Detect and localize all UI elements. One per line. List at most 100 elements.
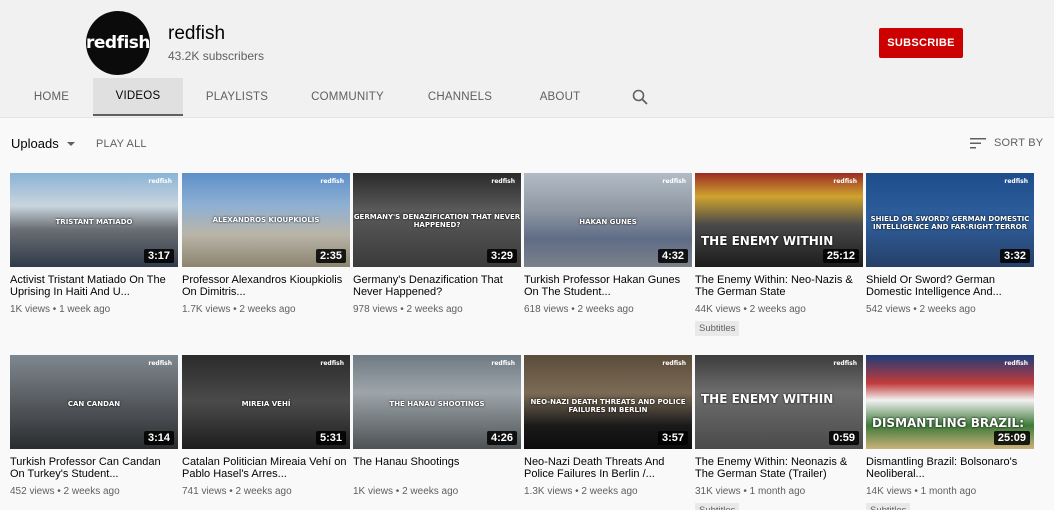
video-title[interactable]: Turkish Professor Can Candan On Turkey's… bbox=[10, 456, 178, 480]
subscriber-count: 43.2K subscribers bbox=[168, 49, 265, 63]
video-views: 14K views bbox=[866, 486, 912, 497]
video-duration: 3:29 bbox=[486, 249, 517, 263]
tab-playlists[interactable]: PLAYLISTS bbox=[183, 78, 291, 116]
thumbnail-overlay-text: THE ENEMY WITHIN bbox=[701, 392, 834, 406]
thumbnail-overlay-text: GERMANY'S DENAZIFICATION THAT NEVER HAPP… bbox=[353, 213, 521, 229]
video-thumbnail[interactable]: redfish THE ENEMY WITHIN 25:12 bbox=[695, 173, 863, 267]
video-age: 2 weeks ago bbox=[402, 486, 459, 497]
uploads-label: Uploads bbox=[11, 136, 59, 151]
video-meta: 1K views • 1 week ago bbox=[10, 304, 110, 315]
video-thumbnail[interactable]: redfish HAKAN GUNES 4:32 bbox=[524, 173, 692, 267]
video-duration: 0:59 bbox=[828, 431, 859, 445]
video-meta: 1.7K views • 2 weeks ago bbox=[182, 304, 296, 315]
avatar-logo-text: redfish bbox=[85, 33, 151, 53]
video-thumbnail[interactable]: redfish MIREIA VEHÍ 5:31 bbox=[182, 355, 350, 449]
video-age: 2 weeks ago bbox=[63, 486, 120, 497]
meta-separator: • bbox=[911, 486, 921, 497]
thumbnail-channel-logo: redfish bbox=[320, 360, 344, 367]
video-meta: 452 views • 2 weeks ago bbox=[10, 486, 120, 497]
video-duration: 3:14 bbox=[143, 431, 174, 445]
video-title[interactable]: Turkish Professor Hakan Gunes On The Stu… bbox=[524, 274, 692, 298]
search-icon[interactable] bbox=[632, 89, 648, 105]
video-age: 2 weeks ago bbox=[406, 304, 463, 315]
thumbnail-overlay-text: SHIELD OR SWORD? GERMAN DOMESTIC INTELLI… bbox=[870, 215, 1030, 231]
video-duration: 25:09 bbox=[993, 431, 1030, 445]
video-duration: 3:57 bbox=[657, 431, 688, 445]
video-duration: 4:26 bbox=[486, 431, 517, 445]
video-thumbnail[interactable]: redfish SHIELD OR SWORD? GERMAN DOMESTIC … bbox=[866, 173, 1034, 267]
thumbnail-overlay-text: THE ENEMY WITHIN bbox=[701, 234, 834, 248]
video-views: 1K views bbox=[10, 304, 51, 315]
sort-icon bbox=[970, 138, 986, 149]
meta-separator: • bbox=[226, 486, 236, 497]
video-meta: 978 views • 2 weeks ago bbox=[353, 304, 463, 315]
video-title[interactable]: Neo-Nazi Death Threats And Police Failur… bbox=[524, 456, 692, 480]
video-title[interactable]: The Enemy Within: Neonazis & The German … bbox=[695, 456, 863, 480]
video-thumbnail[interactable]: redfish DISMANTLING BRAZIL: 25:09 bbox=[866, 355, 1034, 449]
uploads-dropdown[interactable]: Uploads bbox=[11, 136, 75, 151]
subscribe-button[interactable]: SUBSCRIBE bbox=[879, 28, 963, 58]
video-age: 1 month ago bbox=[749, 486, 806, 497]
thumbnail-overlay-text: HAKAN GUNES bbox=[579, 218, 637, 226]
tab-channels[interactable]: CHANNELS bbox=[404, 78, 516, 116]
video-duration: 3:32 bbox=[999, 249, 1030, 263]
video-views: 542 views bbox=[866, 304, 911, 315]
video-meta: 542 views • 2 weeks ago bbox=[866, 304, 976, 315]
video-views: 1.7K views bbox=[182, 304, 231, 315]
channel-name: redfish bbox=[168, 23, 226, 44]
tab-videos[interactable]: VIDEOS bbox=[93, 78, 183, 116]
video-title[interactable]: Dismantling Brazil: Bolsonaro's Neoliber… bbox=[866, 456, 1034, 480]
tab-community[interactable]: COMMUNITY bbox=[291, 78, 404, 116]
tab-about[interactable]: ABOUT bbox=[516, 78, 604, 116]
video-thumbnail[interactable]: redfish ALEXANDROS KIOUPKIOLIS 2:35 bbox=[182, 173, 350, 267]
video-title[interactable]: Professor Alexandros Kioupkiolis On Dimi… bbox=[182, 274, 350, 298]
video-age: 1 month ago bbox=[920, 486, 977, 497]
thumbnail-overlay-text: CAN CANDAN bbox=[67, 400, 121, 408]
thumbnail-overlay-text: MIREIA VEHÍ bbox=[241, 400, 291, 408]
video-views: 741 views bbox=[182, 486, 227, 497]
thumbnail-overlay-text: NEO-NAZI DEATH THREATS AND POLICE FAILUR… bbox=[530, 398, 686, 414]
meta-separator: • bbox=[740, 304, 750, 315]
video-thumbnail[interactable]: redfish TRISTANT MATIADO 3:17 bbox=[10, 173, 178, 267]
thumbnail-channel-logo: redfish bbox=[662, 178, 686, 185]
meta-separator: • bbox=[50, 304, 60, 315]
sort-by-button[interactable]: SORT BY bbox=[970, 137, 1043, 149]
video-thumbnail[interactable]: redfish CAN CANDAN 3:14 bbox=[10, 355, 178, 449]
video-age: 2 weeks ago bbox=[749, 304, 806, 315]
play-all-button[interactable]: PLAY ALL bbox=[96, 138, 147, 150]
sort-by-label: SORT BY bbox=[994, 137, 1044, 149]
meta-separator: • bbox=[568, 304, 578, 315]
video-thumbnail[interactable]: redfish THE ENEMY WITHIN 0:59 bbox=[695, 355, 863, 449]
video-title[interactable]: Activist Tristant Matiado On The Uprisin… bbox=[10, 274, 178, 298]
subtitles-badge: Subtitles bbox=[695, 321, 740, 336]
channel-avatar[interactable]: redfish bbox=[85, 11, 151, 75]
thumbnail-overlay-text: ALEXANDROS KIOUPKIOLIS bbox=[212, 216, 320, 224]
thumbnail-channel-logo: redfish bbox=[662, 360, 686, 367]
video-meta: 14K views • 1 month ago bbox=[866, 486, 976, 497]
video-views: 1K views bbox=[353, 486, 394, 497]
video-meta: 44K views • 2 weeks ago bbox=[695, 304, 806, 315]
video-thumbnail[interactable]: redfish NEO-NAZI DEATH THREATS AND POLICE… bbox=[524, 355, 692, 449]
video-title[interactable]: The Enemy Within: Neo-Nazis & The German… bbox=[695, 274, 863, 298]
thumbnail-channel-logo: redfish bbox=[148, 360, 172, 367]
thumbnail-channel-logo: redfish bbox=[320, 178, 344, 185]
thumbnail-channel-logo: redfish bbox=[1004, 360, 1028, 367]
tab-home[interactable]: HOME bbox=[10, 78, 93, 116]
thumbnail-channel-logo: redfish bbox=[491, 178, 515, 185]
video-thumbnail[interactable]: redfish GERMANY'S DENAZIFICATION THAT NEV… bbox=[353, 173, 521, 267]
video-title[interactable]: The Hanau Shootings bbox=[353, 456, 521, 480]
video-thumbnail[interactable]: redfish THE HANAU SHOOTINGS 4:26 bbox=[353, 355, 521, 449]
video-title[interactable]: Germany's Denazification That Never Happ… bbox=[353, 274, 521, 298]
thumbnail-overlay-text: DISMANTLING BRAZIL: bbox=[872, 416, 1024, 430]
video-age: 2 weeks ago bbox=[919, 304, 976, 315]
video-views: 31K views bbox=[695, 486, 741, 497]
video-title[interactable]: Catalan Politician Mireaia Vehí on Pablo… bbox=[182, 456, 350, 480]
video-views: 1.3K views bbox=[524, 486, 573, 497]
videos-content: Uploads PLAY ALL SORT BY redfish TRISTANT… bbox=[0, 118, 1054, 510]
thumbnail-channel-logo: redfish bbox=[833, 178, 857, 185]
video-title[interactable]: Shield Or Sword? German Domestic Intelli… bbox=[866, 274, 1034, 298]
meta-separator: • bbox=[397, 304, 407, 315]
video-duration: 3:17 bbox=[143, 249, 174, 263]
video-age: 2 weeks ago bbox=[581, 486, 638, 497]
video-meta: 1K views • 2 weeks ago bbox=[353, 486, 458, 497]
